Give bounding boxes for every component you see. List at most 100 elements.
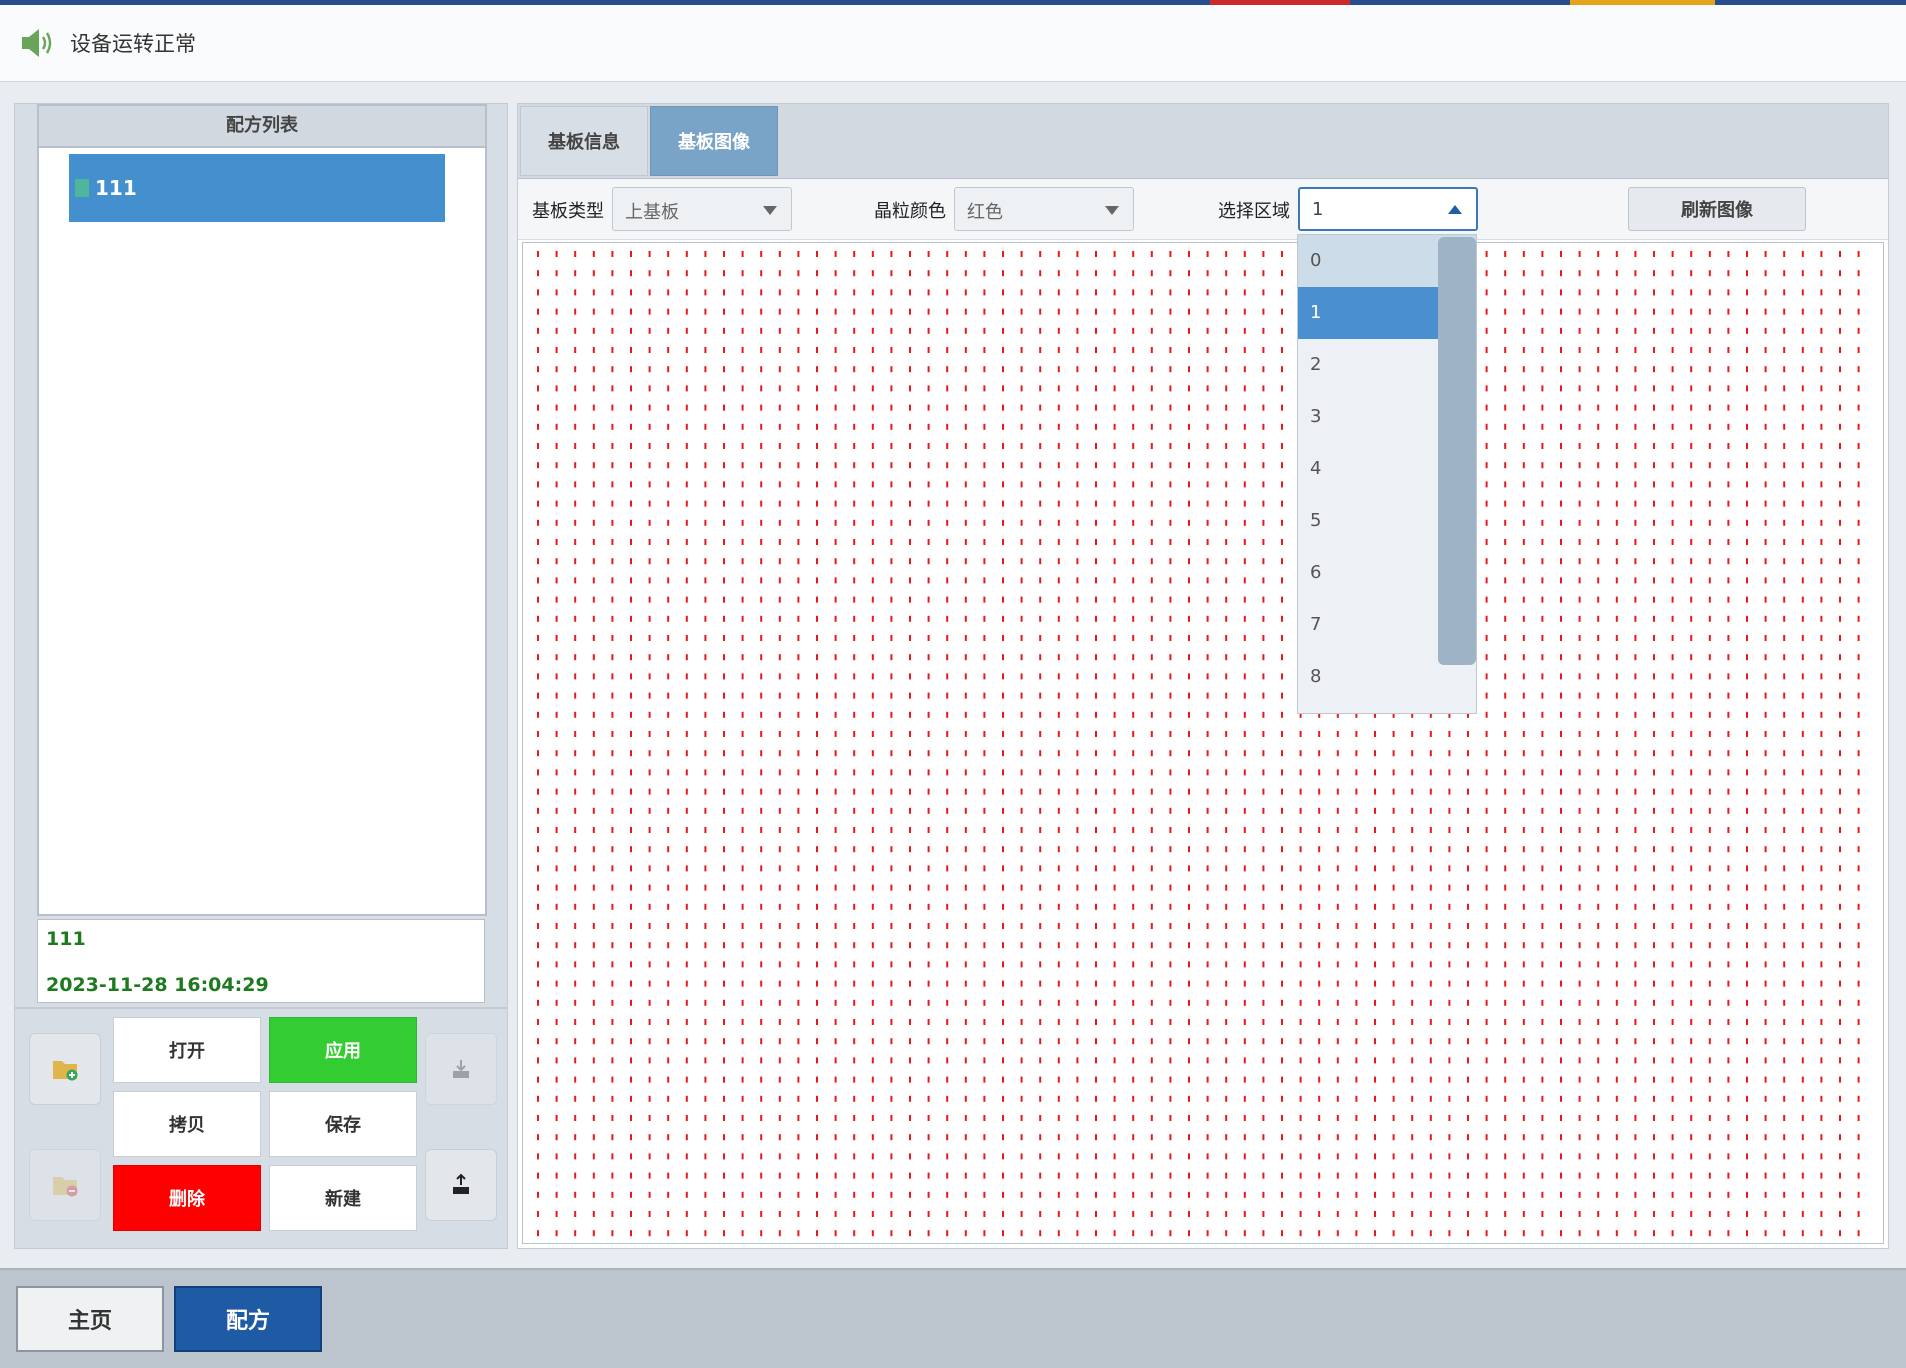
die-dot	[1095, 731, 1097, 737]
delete-button[interactable]: 删除	[113, 1165, 261, 1231]
die-dot	[871, 1019, 874, 1025]
die-dot	[1839, 289, 1841, 296]
die-dot	[630, 827, 632, 833]
die-dot	[630, 404, 632, 411]
folder-add-button[interactable]	[29, 1033, 101, 1105]
die-color-select[interactable]: 红色	[954, 187, 1134, 231]
die-dot	[797, 750, 800, 757]
home-nav-button[interactable]: 主页	[16, 1286, 164, 1352]
die-dot	[630, 462, 632, 469]
die-dot	[685, 654, 688, 661]
open-button[interactable]: 打开	[113, 1017, 261, 1083]
die-dot	[1076, 1076, 1079, 1083]
die-dot	[1597, 942, 1600, 949]
die-dot	[1764, 577, 1767, 584]
die-dot	[1671, 788, 1674, 795]
die-dot	[537, 558, 539, 565]
die-dot	[890, 999, 893, 1006]
die-dot	[1839, 443, 1841, 449]
die-dot	[741, 462, 744, 469]
die-dot	[1169, 481, 1172, 488]
die-dot	[1243, 731, 1246, 737]
die-dot	[1132, 980, 1135, 987]
die-dot	[778, 289, 781, 296]
die-dot	[1262, 846, 1265, 853]
die-dot	[1727, 903, 1730, 910]
save-button[interactable]: 保存	[269, 1091, 417, 1157]
die-dot	[909, 903, 911, 910]
die-dot	[611, 999, 614, 1006]
die-dot	[1113, 308, 1116, 315]
die-dot	[1597, 347, 1600, 353]
die-dot	[1392, 788, 1395, 795]
die-dot	[1318, 1211, 1321, 1217]
tab-substrate-info[interactable]: 基板信息	[520, 106, 648, 176]
die-dot	[1336, 769, 1339, 776]
die-dot	[983, 692, 986, 699]
dropdown-scrollbar[interactable]	[1438, 237, 1476, 665]
die-dot	[1262, 769, 1265, 776]
folder-remove-button[interactable]	[29, 1149, 101, 1221]
copy-button[interactable]: 拷贝	[113, 1091, 261, 1157]
die-dot	[1095, 481, 1097, 488]
die-dot	[871, 308, 874, 315]
region-select[interactable]: 1	[1298, 187, 1478, 231]
die-dot	[1839, 481, 1841, 488]
recipe-list-item[interactable]: 111	[69, 154, 445, 222]
refresh-image-button[interactable]: 刷新图像	[1628, 187, 1806, 231]
die-dot	[1132, 846, 1135, 853]
die-dot	[1597, 750, 1600, 757]
die-dot	[1727, 923, 1730, 929]
die-dot	[685, 1191, 688, 1198]
new-button[interactable]: 新建	[269, 1165, 417, 1231]
die-dot	[630, 846, 632, 853]
die-dot	[685, 539, 688, 545]
substrate-type-value: 上基板	[625, 202, 679, 223]
die-dot	[1634, 270, 1637, 277]
die-dot	[1002, 385, 1004, 392]
die-dot	[1336, 1134, 1339, 1141]
apply-button[interactable]: 应用	[269, 1017, 417, 1083]
die-dot	[1522, 1019, 1525, 1025]
die-dot	[927, 961, 930, 968]
die-dot	[1188, 635, 1190, 641]
die-dot	[1150, 404, 1153, 411]
die-dot	[1597, 999, 1600, 1006]
die-dot	[1002, 596, 1004, 603]
die-dot	[1188, 251, 1190, 257]
die-dot	[1560, 1153, 1562, 1160]
die-dot	[1225, 347, 1228, 353]
die-dot	[1336, 1057, 1339, 1064]
die-dot	[946, 673, 949, 680]
die-dot	[1597, 961, 1600, 968]
die-dot	[630, 788, 632, 795]
die-dot	[1206, 366, 1209, 373]
recipe-nav-button[interactable]: 配方	[174, 1286, 322, 1352]
die-dot	[1801, 1191, 1804, 1198]
die-dot	[1578, 481, 1581, 488]
import-button[interactable]	[425, 1149, 497, 1221]
die-dot	[1020, 884, 1023, 891]
die-dot	[1820, 1095, 1823, 1102]
die-dot	[667, 270, 670, 277]
die-dot	[1615, 788, 1618, 795]
die-dot	[1429, 999, 1432, 1006]
die-dot	[1727, 1191, 1730, 1198]
die-dot	[648, 673, 651, 680]
die-dot	[778, 347, 781, 353]
die-dot	[890, 769, 893, 776]
die-dot	[1206, 1115, 1209, 1121]
die-dot	[537, 1095, 539, 1102]
tab-substrate-image[interactable]: 基板图像	[650, 106, 778, 176]
die-dot	[1615, 596, 1618, 603]
export-button[interactable]	[425, 1033, 497, 1105]
die-dot	[778, 692, 781, 699]
die-dot	[1522, 251, 1525, 257]
die-dot	[685, 903, 688, 910]
die-dot	[1095, 635, 1097, 641]
die-dot	[1002, 366, 1004, 373]
die-dot	[1820, 539, 1823, 545]
die-dot	[1522, 711, 1525, 718]
die-dot	[1262, 1230, 1265, 1237]
substrate-type-select[interactable]: 上基板	[612, 187, 792, 231]
